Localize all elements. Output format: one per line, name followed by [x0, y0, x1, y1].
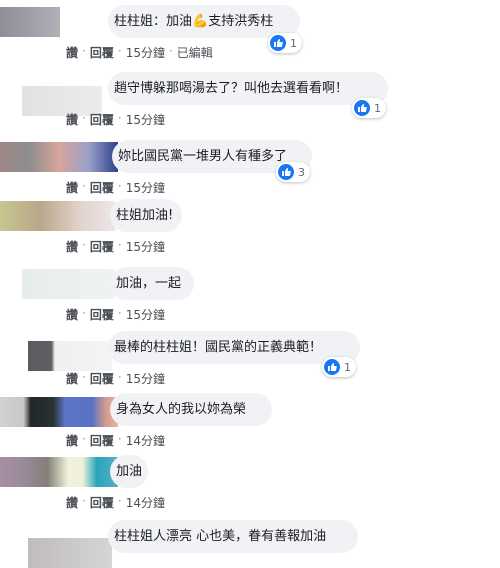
- blurred-commenter: [28, 341, 112, 371]
- comment-text: 身為女人的我以妳為榮: [116, 402, 247, 417]
- comment-bubble: 加油，一起: [110, 267, 194, 300]
- like-link[interactable]: 讚: [66, 432, 78, 449]
- like-link[interactable]: 讚: [66, 494, 78, 511]
- reaction-count-badge[interactable]: 1: [322, 357, 356, 377]
- reply-link[interactable]: 回覆: [90, 432, 114, 449]
- timestamp[interactable]: 15分鐘: [126, 111, 165, 128]
- comment-5: 加油，一起 讚 · 回覆 · 15分鐘: [0, 267, 500, 333]
- timestamp[interactable]: 15分鐘: [126, 238, 165, 255]
- blurred-commenter: [22, 269, 114, 299]
- like-link[interactable]: 讚: [66, 111, 78, 128]
- comment-text: 加油，一起: [116, 276, 182, 291]
- reaction-count: 1: [374, 101, 381, 115]
- comment-2: 趙守博躲那喝湯去了？叫他去選看看啊！ 1 讚 · 回覆 · 15分鐘: [0, 72, 500, 138]
- timestamp[interactable]: 15分鐘: [126, 306, 165, 323]
- thumbs-up-icon: [278, 164, 294, 180]
- like-link[interactable]: 讚: [66, 238, 78, 255]
- comment-text-continued: 支持洪秀柱: [208, 14, 274, 29]
- reply-link[interactable]: 回覆: [90, 111, 114, 128]
- comment-actions: 讚 · 回覆 · 14分鐘: [66, 432, 165, 449]
- timestamp[interactable]: 15分鐘: [126, 44, 165, 61]
- blurred-commenter: [28, 538, 112, 568]
- comment-actions: 讚 · 回覆 · 15分鐘: [66, 370, 165, 387]
- comment-text: 柱柱姐人漂亮 心也美，眷有善報加油: [114, 529, 327, 544]
- thumbs-up-icon: [324, 359, 340, 375]
- comment-text: 加油: [116, 464, 143, 479]
- comment-3: 妳比國民黨一堆男人有種多了 3 讚 · 回覆 · 15分鐘: [0, 140, 500, 206]
- comment-bubble: 柱柱姐人漂亮 心也美，眷有善報加油: [108, 520, 358, 553]
- comment-actions: 讚 · 回覆 · 15分鐘 · 已編輯: [66, 44, 213, 61]
- reply-link[interactable]: 回覆: [90, 238, 114, 255]
- reaction-count-badge[interactable]: 3: [276, 162, 310, 182]
- thumbs-up-icon: [270, 35, 286, 51]
- thumbs-up-icon: [354, 100, 370, 116]
- edited-label: 已編輯: [176, 46, 213, 60]
- reaction-count-badge[interactable]: 1: [268, 33, 302, 53]
- comment-bubble: 身為女人的我以妳為榮: [110, 393, 272, 426]
- blurred-commenter: [0, 457, 118, 487]
- like-link[interactable]: 讚: [66, 179, 78, 196]
- comment-1: 柱柱姐：加油💪支持洪秀柱 1 讚 · 回覆 · 15分鐘 · 已編輯: [0, 5, 500, 71]
- comment-actions: 讚 · 回覆 · 14分鐘: [66, 494, 165, 511]
- flexed-biceps-emoji-icon: 💪: [192, 14, 209, 29]
- blurred-commenter: [0, 7, 60, 37]
- timestamp[interactable]: 15分鐘: [126, 179, 165, 196]
- reaction-count: 3: [298, 165, 305, 179]
- timestamp[interactable]: 15分鐘: [126, 370, 165, 387]
- comment-text: 最棒的柱柱姐！國民黨的正義典範！: [114, 340, 323, 355]
- comment-bubble: 柱柱姐：加油💪支持洪秀柱: [108, 5, 300, 38]
- comment-6: 最棒的柱柱姐！國民黨的正義典範！ 1 讚 · 回覆 · 15分鐘: [0, 331, 500, 397]
- like-link[interactable]: 讚: [66, 306, 78, 323]
- reply-link[interactable]: 回覆: [90, 494, 114, 511]
- like-link[interactable]: 讚: [66, 370, 78, 387]
- blurred-commenter: [0, 397, 118, 427]
- reply-link[interactable]: 回覆: [90, 370, 114, 387]
- reaction-count: 1: [290, 36, 297, 50]
- like-link[interactable]: 讚: [66, 44, 78, 61]
- blurred-commenter: [0, 201, 115, 231]
- comment-bubble: 最棒的柱柱姐！國民黨的正義典範！: [108, 331, 360, 364]
- reply-link[interactable]: 回覆: [90, 306, 114, 323]
- reaction-count-badge[interactable]: 1: [352, 98, 386, 118]
- comment-text: 趙守博躲那喝湯去了？叫他去選看看啊！: [114, 81, 349, 96]
- timestamp[interactable]: 14分鐘: [126, 432, 165, 449]
- reply-link[interactable]: 回覆: [90, 179, 114, 196]
- comment-4: 柱姐加油! 讚 · 回覆 · 15分鐘: [0, 199, 500, 265]
- comment-7: 身為女人的我以妳為榮 讚 · 回覆 · 14分鐘: [0, 393, 500, 459]
- timestamp[interactable]: 14分鐘: [126, 494, 165, 511]
- comment-8: 加油 讚 · 回覆 · 14分鐘: [0, 455, 500, 521]
- blurred-commenter: [0, 142, 118, 172]
- comment-bubble: 趙守博躲那喝湯去了？叫他去選看看啊！: [108, 72, 388, 105]
- comment-bubble: 加油: [110, 455, 148, 488]
- comment-text: 柱姐加油!: [116, 208, 174, 223]
- comment-bubble: 柱姐加油!: [110, 199, 182, 232]
- comment-text: 妳比國民黨一堆男人有種多了: [118, 149, 288, 164]
- comment-9: 柱柱姐人漂亮 心也美，眷有善報加油: [0, 520, 500, 568]
- comment-actions: 讚 · 回覆 · 15分鐘: [66, 111, 165, 128]
- comment-actions: 讚 · 回覆 · 15分鐘: [66, 238, 165, 255]
- comment-text: 柱柱姐：加油: [114, 14, 193, 29]
- reaction-count: 1: [344, 360, 351, 374]
- comment-actions: 讚 · 回覆 · 15分鐘: [66, 306, 165, 323]
- reply-link[interactable]: 回覆: [90, 44, 114, 61]
- comment-actions: 讚 · 回覆 · 15分鐘: [66, 179, 165, 196]
